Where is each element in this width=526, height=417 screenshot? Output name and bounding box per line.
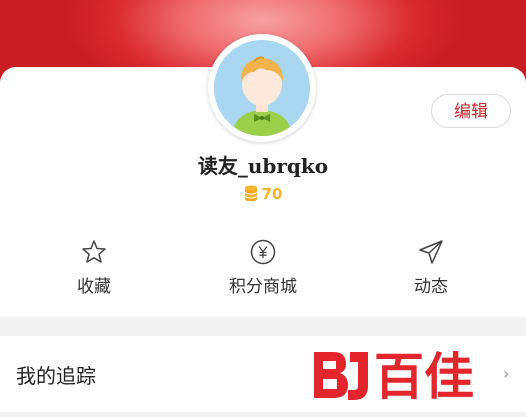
username: 读友_ubrqko bbox=[197, 154, 329, 178]
profile-page: 编辑 读友_ubrqko 70 收藏 积分商城 动态 我的追踪 › 百佳 bbox=[0, 0, 526, 417]
action-bar: 收藏 积分商城 动态 bbox=[0, 238, 526, 304]
favorites-button[interactable]: 收藏 bbox=[34, 238, 154, 297]
watermark-logo: 百佳 bbox=[310, 344, 500, 406]
paper-plane-icon bbox=[371, 238, 491, 266]
activity-label: 动态 bbox=[414, 277, 448, 297]
my-following-label: 我的追踪 bbox=[16, 364, 96, 388]
edit-profile-button[interactable]: 编辑 bbox=[431, 94, 511, 128]
favorites-label: 收藏 bbox=[77, 277, 111, 297]
activity-button[interactable]: 动态 bbox=[371, 238, 491, 297]
watermark-text: 百佳 bbox=[374, 348, 474, 406]
points-value: 70 bbox=[261, 185, 283, 203]
points-display[interactable]: 70 bbox=[0, 185, 526, 205]
avatar-image bbox=[214, 40, 310, 136]
yen-coin-icon bbox=[203, 238, 323, 266]
chevron-right-icon: › bbox=[503, 364, 510, 383]
avatar[interactable] bbox=[208, 34, 316, 142]
coin-stack-icon bbox=[244, 185, 258, 205]
star-icon bbox=[34, 238, 154, 266]
points-mall-label: 积分商城 bbox=[229, 277, 297, 297]
points-mall-button[interactable]: 积分商城 bbox=[203, 238, 323, 297]
